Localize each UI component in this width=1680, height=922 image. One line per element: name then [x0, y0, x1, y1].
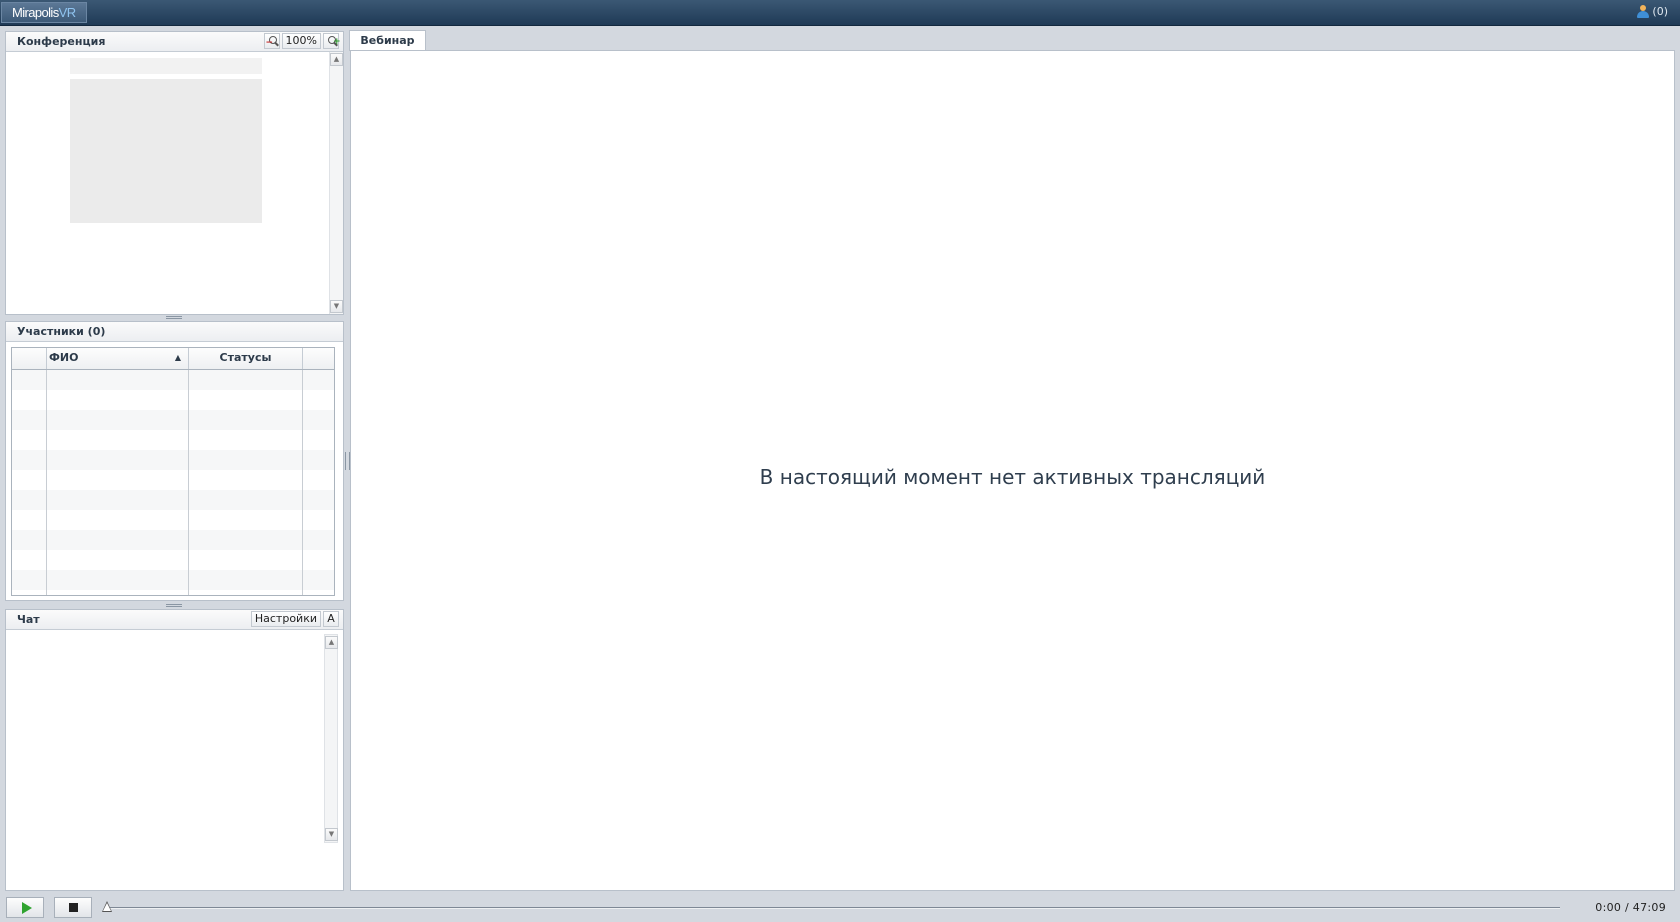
table-row: [12, 450, 334, 470]
scroll-down-arrow-icon[interactable]: ▼: [330, 300, 343, 313]
no-broadcast-message: В настоящий момент нет активных трансляц…: [759, 465, 1266, 489]
table-row: [12, 570, 334, 590]
webinar-content: В настоящий момент нет активных трансляц…: [350, 50, 1675, 891]
table-row: [12, 390, 334, 410]
play-icon: [22, 902, 32, 914]
table-row: [12, 470, 334, 490]
time-display: 0:00 / 47:09: [1595, 901, 1666, 914]
column-header-status[interactable]: Статусы: [189, 348, 303, 369]
logo-text-main: Mirapolis: [12, 5, 59, 20]
table-row: [12, 510, 334, 530]
stop-button[interactable]: [54, 897, 92, 918]
table-row: [12, 550, 334, 570]
sort-ascending-icon: ▲: [174, 353, 181, 362]
tab-webinar[interactable]: Вебинар: [349, 30, 426, 51]
scroll-up-arrow-icon[interactable]: ▲: [325, 636, 338, 649]
chat-title: Чат: [17, 613, 40, 626]
video-placeholder: [70, 79, 262, 223]
user-icon: [1636, 5, 1650, 18]
table-row: [12, 410, 334, 430]
time-separator: /: [1624, 901, 1629, 914]
video-placeholder-bar: [70, 58, 262, 74]
zoom-toolbar: − 100% +: [263, 33, 341, 49]
column-header-name[interactable]: ФИО ▲: [47, 348, 189, 369]
participants-header: Участники (0): [6, 322, 343, 342]
chat-toolbar: Настройки A: [250, 611, 339, 627]
conference-header: Конференция − 100% +: [6, 32, 343, 52]
participants-panel: Участники (0) ФИО ▲ Статусы: [5, 321, 344, 601]
table-row: [12, 590, 334, 595]
logo-text-accent: VR: [58, 5, 76, 20]
conference-title: Конференция: [17, 35, 106, 48]
column-header-select[interactable]: [12, 348, 47, 369]
participants-splitter[interactable]: [166, 603, 182, 608]
zoom-level: 100%: [281, 33, 321, 49]
participants-title: Участники (0): [17, 325, 106, 338]
chat-scrollbar[interactable]: ▲ ▼: [324, 634, 338, 843]
user-count: (0): [1652, 5, 1668, 18]
seek-track[interactable]: [106, 907, 1560, 909]
table-row: [12, 370, 334, 390]
chat-panel: Чат Настройки A ▲ ▼: [5, 609, 344, 891]
chat-header: Чат Настройки A: [6, 610, 343, 630]
table-body: [12, 370, 334, 595]
table-row: [12, 530, 334, 550]
user-count-button[interactable]: (0): [1636, 5, 1668, 18]
conference-splitter[interactable]: [166, 315, 182, 320]
app-logo: MirapolisVR: [1, 2, 87, 23]
player-bar: 0:00 / 47:09: [0, 896, 1680, 922]
play-button[interactable]: [6, 897, 44, 918]
zoom-out-button[interactable]: −: [263, 33, 280, 49]
participants-table: ФИО ▲ Статусы: [11, 347, 335, 596]
zoom-in-button[interactable]: +: [323, 33, 341, 49]
scroll-up-arrow-icon[interactable]: ▲: [330, 53, 343, 66]
table-row: [12, 490, 334, 510]
column-header-name-label: ФИО: [49, 351, 79, 364]
chat-settings-button[interactable]: Настройки: [250, 611, 321, 627]
table-header: ФИО ▲ Статусы: [12, 348, 334, 370]
column-header-extra[interactable]: [303, 348, 334, 369]
stop-icon: [69, 903, 78, 912]
conference-panel: Конференция − 100% + ▲ ▼: [5, 31, 344, 315]
table-row: [12, 430, 334, 450]
seek-handle[interactable]: [102, 901, 112, 912]
chat-font-button[interactable]: A: [323, 611, 339, 627]
top-bar: MirapolisVR (0): [0, 0, 1680, 26]
conference-scrollbar[interactable]: ▲ ▼: [329, 52, 343, 314]
current-time: 0:00: [1595, 901, 1622, 914]
scroll-down-arrow-icon[interactable]: ▼: [325, 828, 338, 841]
total-time: 47:09: [1632, 901, 1666, 914]
